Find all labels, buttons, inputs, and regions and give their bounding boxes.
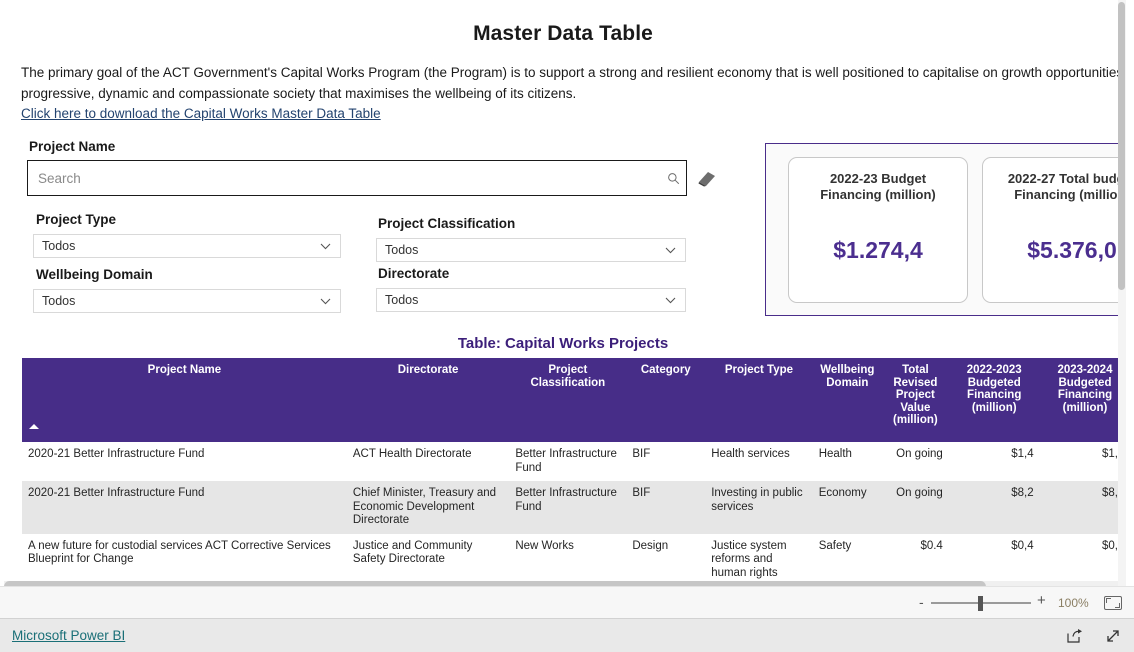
- cell-classification: Better Infrastructure Fund: [509, 481, 627, 534]
- report-page: Master Data Table The primary goal of th…: [0, 0, 1134, 652]
- cell-category: Design: [626, 533, 706, 584]
- col-header-2023-2024-budgeted-financing[interactable]: 2023-2024 Budgeted Financing (million): [1039, 358, 1126, 442]
- chevron-down-icon[interactable]: [663, 293, 677, 307]
- col-header-category[interactable]: Category: [626, 358, 706, 442]
- cell-project-type: Justice system reforms and human rights: [705, 533, 813, 584]
- slicer-project-type[interactable]: Todos: [33, 234, 341, 258]
- table-body: 2020-21 Better Infrastructure Fund ACT H…: [22, 442, 1126, 584]
- project-classification-label: Project Classification: [378, 216, 516, 231]
- cell-total-revised: On going: [881, 481, 949, 534]
- eraser-icon[interactable]: [696, 168, 718, 188]
- sort-ascending-icon[interactable]: [29, 424, 39, 429]
- capital-works-table: Project Name Directorate Project Classif…: [22, 358, 1126, 584]
- kpi-card-2022-27-total-budget[interactable]: 2022-27 Total budget Financing (million)…: [982, 157, 1126, 303]
- cell-category: BIF: [626, 442, 706, 481]
- table-title: Table: Capital Works Projects: [457, 335, 669, 352]
- cell-total-revised: $0.4: [881, 533, 949, 584]
- wellbeing-domain-label: Wellbeing Domain: [36, 267, 153, 282]
- intro-line-2: progressive, dynamic and compassionate s…: [21, 86, 577, 101]
- cell-directorate: Chief Minister, Treasury and Economic De…: [346, 481, 510, 534]
- table-row[interactable]: A new future for custodial services ACT …: [22, 533, 1126, 584]
- project-name-label: Project Name: [29, 139, 116, 154]
- cell-directorate: ACT Health Directorate: [346, 442, 510, 481]
- slicer-wellbeing-domain-value: Todos: [42, 294, 76, 308]
- cell-classification: New Works: [509, 533, 627, 584]
- cell-project-name: 2020-21 Better Infrastructure Fund: [22, 442, 347, 481]
- slicer-project-type-value: Todos: [42, 239, 76, 253]
- kpi-value: $5.376,0: [1027, 237, 1117, 263]
- zoom-percent-label: 100%: [1058, 596, 1089, 610]
- cell-fy2022-2023: $1,4: [948, 442, 1040, 481]
- col-header-project-classification[interactable]: Project Classification: [509, 358, 627, 442]
- download-master-data-link[interactable]: Click here to download the Capital Works…: [21, 106, 381, 121]
- page-title: Master Data Table: [473, 22, 653, 45]
- project-type-label: Project Type: [36, 212, 117, 227]
- report-canvas: Master Data Table The primary goal of th…: [0, 0, 1126, 586]
- cell-fy2023-2024: $0,0: [1039, 533, 1126, 584]
- intro-line-1: The primary goal of the ACT Government's…: [21, 65, 1126, 80]
- zoom-slider-handle[interactable]: [978, 596, 983, 611]
- report-footer: Microsoft Power BI: [0, 618, 1134, 652]
- chevron-down-icon[interactable]: [318, 239, 332, 253]
- cell-fy2022-2023: $8,2: [948, 481, 1040, 534]
- table-scroll-region[interactable]: Project Name Directorate Project Classif…: [22, 358, 1126, 584]
- cell-wellbeing-domain: Safety: [812, 533, 882, 584]
- table-row[interactable]: 2020-21 Better Infrastructure Fund Chief…: [22, 481, 1126, 534]
- cell-fy2022-2023: $0,4: [948, 533, 1040, 584]
- slicer-wellbeing-domain[interactable]: Todos: [33, 289, 341, 313]
- fit-to-screen-icon[interactable]: [1104, 596, 1122, 610]
- zoom-out-button[interactable]: -: [919, 595, 924, 609]
- col-header-directorate[interactable]: Directorate: [346, 358, 510, 442]
- cell-wellbeing-domain: Health: [812, 442, 882, 481]
- page-vertical-scrollbar-thumb[interactable]: [1118, 2, 1125, 290]
- cell-project-type: Health services: [705, 442, 813, 481]
- col-header-total-revised-project-value[interactable]: Total Revised Project Value (million): [881, 358, 949, 442]
- cell-directorate: Justice and Community Safety Directorate: [346, 533, 510, 584]
- search-input[interactable]: [28, 161, 660, 195]
- col-header-2022-2023-budgeted-financing[interactable]: 2022-2023 Budgeted Financing (million): [948, 358, 1040, 442]
- search-icon[interactable]: [660, 172, 686, 185]
- col-header-wellbeing-domain[interactable]: Wellbeing Domain: [812, 358, 882, 442]
- chevron-down-icon[interactable]: [318, 294, 332, 308]
- cell-project-type: Investing in public services: [705, 481, 813, 534]
- share-icon[interactable]: [1065, 627, 1083, 645]
- slicer-directorate[interactable]: Todos: [376, 288, 686, 312]
- cell-project-name: 2020-21 Better Infrastructure Fund: [22, 481, 347, 534]
- slicer-project-classification-value: Todos: [385, 243, 419, 257]
- table-header-row: Project Name Directorate Project Classif…: [22, 358, 1126, 442]
- cell-classification: Better Infrastructure Fund: [509, 442, 627, 481]
- chevron-down-icon[interactable]: [663, 243, 677, 257]
- slicer-directorate-value: Todos: [385, 293, 419, 307]
- zoom-toolbar: - + 100%: [0, 586, 1134, 618]
- col-header-project-type[interactable]: Project Type: [705, 358, 813, 442]
- kpi-title: 2022-23 Budget Financing (million): [820, 171, 936, 202]
- cell-category: BIF: [626, 481, 706, 534]
- cell-project-name: A new future for custodial services ACT …: [22, 533, 347, 584]
- col-header-project-name[interactable]: Project Name: [22, 358, 347, 442]
- power-bi-brand-link[interactable]: Microsoft Power BI: [12, 628, 125, 643]
- project-name-search[interactable]: [27, 160, 687, 196]
- kpi-title: 2022-27 Total budget Financing (million): [1007, 171, 1126, 202]
- kpi-panel: 2022-23 Budget Financing (million) $1.27…: [765, 143, 1126, 316]
- cell-wellbeing-domain: Economy: [812, 481, 882, 534]
- kpi-value: $1.274,4: [833, 237, 923, 263]
- slicer-project-classification[interactable]: Todos: [376, 238, 686, 262]
- intro-paragraph: The primary goal of the ACT Government's…: [21, 62, 1126, 104]
- cell-fy2023-2024: $8,6: [1039, 481, 1126, 534]
- table-row[interactable]: 2020-21 Better Infrastructure Fund ACT H…: [22, 442, 1126, 481]
- cell-fy2023-2024: $1,5: [1039, 442, 1126, 481]
- kpi-card-2022-23-budget[interactable]: 2022-23 Budget Financing (million) $1.27…: [788, 157, 968, 303]
- cell-total-revised: On going: [881, 442, 949, 481]
- zoom-in-button[interactable]: +: [1037, 593, 1046, 608]
- fullscreen-icon[interactable]: [1104, 627, 1122, 645]
- directorate-label: Directorate: [378, 266, 450, 281]
